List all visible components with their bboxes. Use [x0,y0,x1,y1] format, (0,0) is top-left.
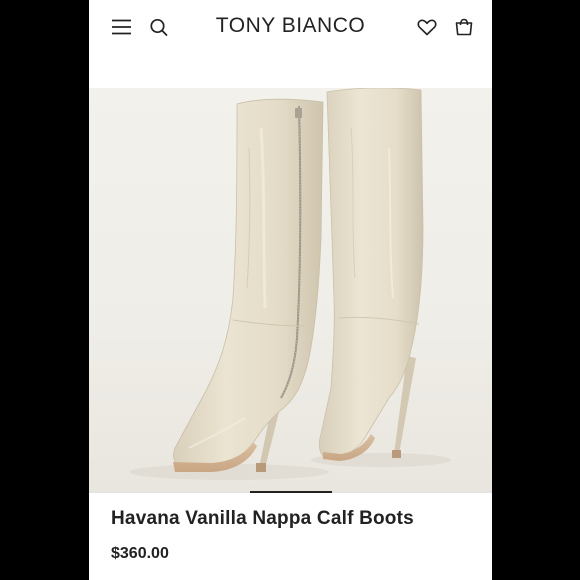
right-boot [318,88,424,461]
search-icon [150,18,168,36]
mobile-screen: TONY BIANCO Havana Vanilla Nappa Calf Bo… [89,0,492,580]
product-image[interactable] [89,88,492,492]
wishlist-button[interactable] [415,15,439,39]
payment-info-strip [111,574,431,580]
image-carousel-indicator[interactable] [89,491,492,493]
boots-illustration [129,88,451,480]
search-button[interactable] [147,15,171,39]
left-boot [173,98,324,472]
brand-logo[interactable]: TONY BIANCO [189,14,392,38]
menu-icon [112,19,131,35]
menu-button[interactable] [110,15,134,39]
site-header: TONY BIANCO [89,0,492,88]
carousel-active-indicator [250,491,332,493]
heart-icon [417,19,437,36]
shopping-bag-icon [455,18,473,36]
cart-button[interactable] [452,15,476,39]
product-title: Havana Vanilla Nappa Calf Boots [111,508,414,529]
product-price: $360.00 [111,545,169,562]
